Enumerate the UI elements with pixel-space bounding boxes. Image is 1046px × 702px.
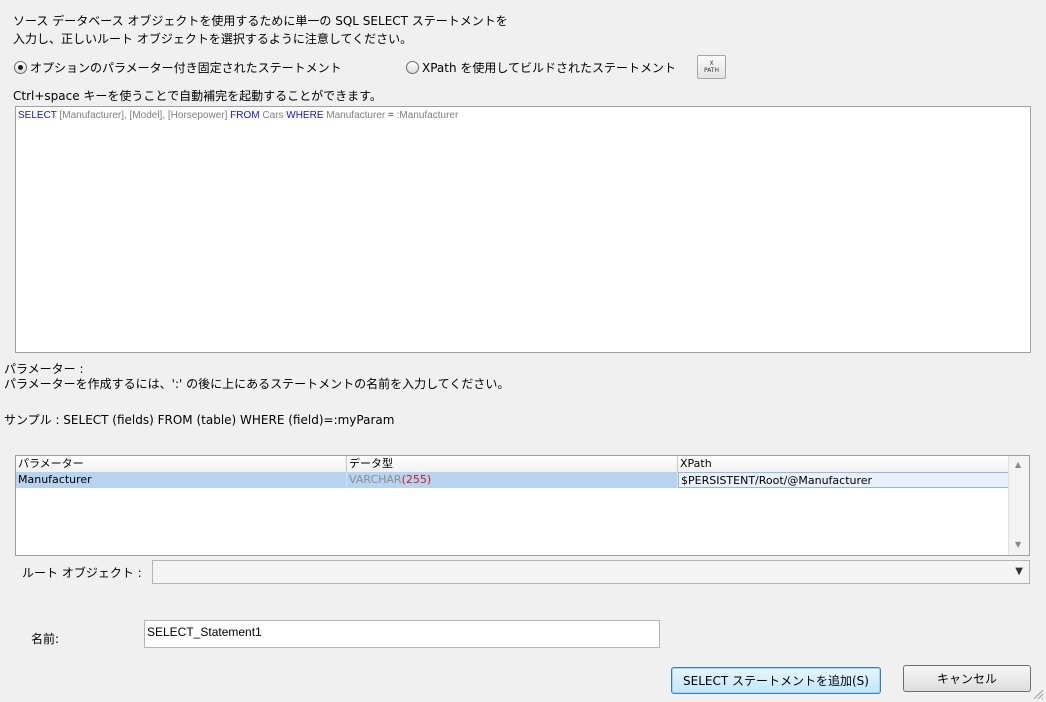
instructions: ソース データベース オブジェクトを使用するために単一の SQL SELECT … <box>13 12 508 48</box>
add-select-statement-button[interactable]: SELECT ステートメントを追加(S) <box>671 667 881 694</box>
resize-grip-icon[interactable] <box>1032 688 1044 700</box>
table-row[interactable]: Manufacturer VARCHAR(255) $PERSISTENT/Ro… <box>16 472 1009 488</box>
column-header-xpath[interactable]: XPath <box>678 456 1009 472</box>
sql-token: [Manufacturer], [Model], [Horsepower] <box>56 110 231 121</box>
param-type: VARCHAR <box>349 473 402 486</box>
parameters-label: パラメーター : <box>4 362 84 376</box>
instructions-line-2: 入力し、正しいルート オブジェクトを選択するように注意してください。 <box>13 32 413 46</box>
name-input[interactable]: SELECT_Statement1 <box>144 620 660 648</box>
autocomplete-hint: Ctrl+space キーを使うことで自動補完を起動することができます。 <box>13 89 382 103</box>
xpath-builder-button[interactable]: X PATH <box>697 55 726 79</box>
radio-fixed-statement[interactable]: オプションのパラメーター付き固定されたステートメント <box>14 58 342 76</box>
grid-scrollbar[interactable]: ▲ ▼ <box>1008 456 1029 555</box>
radio-xpath-statement[interactable]: XPath を使用してビルドされたステートメント <box>406 58 676 76</box>
radio-checked-icon[interactable] <box>14 60 27 74</box>
param-type-cell[interactable]: VARCHAR(255) <box>347 472 678 488</box>
root-object-select[interactable]: ▼ <box>152 560 1030 584</box>
sql-token: WHERE <box>286 110 324 121</box>
param-size: (255) <box>401 473 432 486</box>
sql-editor[interactable]: SELECT [Manufacturer], [Model], [Horsepo… <box>15 106 1031 353</box>
column-header-datatype[interactable]: データ型 <box>347 456 678 472</box>
sql-token: Manufacturer <box>323 110 388 121</box>
grid-header: パラメーター データ型 XPath <box>16 456 1009 473</box>
chevron-down-icon[interactable]: ▼ <box>1015 566 1023 577</box>
xpath-icon-bottom: PATH <box>703 67 720 74</box>
instructions-line-1: ソース データベース オブジェクトを使用するために単一の SQL SELECT … <box>13 14 508 28</box>
cancel-button[interactable]: キャンセル <box>903 665 1031 692</box>
parameters-help-text: パラメーターを作成するには、':' の後に上にあるステートメントの名前を入力して… <box>4 377 510 391</box>
scroll-down-icon[interactable]: ▼ <box>1015 540 1021 549</box>
param-xpath-cell[interactable]: $PERSISTENT/Root/@Manufacturer <box>678 472 1009 488</box>
sql-token: FROM <box>230 110 260 121</box>
sample-text: サンプル : SELECT (fields) FROM (table) WHER… <box>4 413 395 427</box>
scroll-up-icon[interactable]: ▲ <box>1015 460 1021 469</box>
radio-fixed-label: オプションのパラメーター付き固定されたステートメント <box>30 60 342 75</box>
sql-token: SELECT <box>18 110 57 121</box>
xpath-icon-top: X <box>709 60 714 67</box>
parameters-help: パラメーター : パラメーターを作成するには、':' の後に上にあるステートメン… <box>4 362 509 392</box>
root-object-label: ルート オブジェクト : <box>22 566 142 580</box>
name-label: 名前: <box>31 632 60 646</box>
sql-token: :Manufacturer <box>393 110 459 121</box>
sql-token: Cars <box>259 110 287 121</box>
param-name-cell[interactable]: Manufacturer <box>16 472 347 488</box>
radio-xpath-label: XPath を使用してビルドされたステートメント <box>422 60 677 75</box>
parameters-grid[interactable]: パラメーター データ型 XPath Manufacturer VARCHAR(2… <box>15 455 1030 556</box>
column-header-parameter[interactable]: パラメーター <box>16 456 347 472</box>
radio-unchecked-icon[interactable] <box>406 60 419 74</box>
